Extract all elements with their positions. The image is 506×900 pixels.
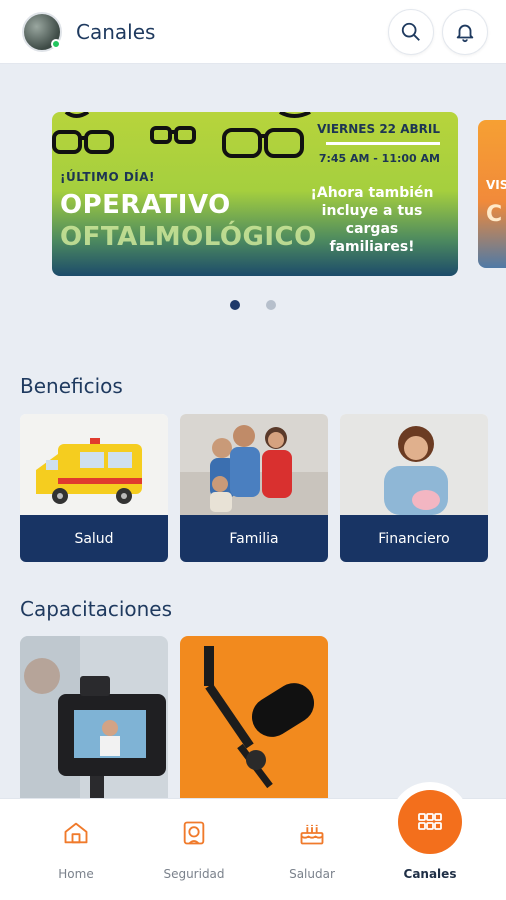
online-status-dot	[51, 38, 61, 49]
search-icon	[401, 22, 420, 41]
ambulance-image	[20, 414, 168, 515]
banner-date: VIERNES 22 ABRIL	[317, 122, 440, 136]
nav-item-home[interactable]: Home	[16, 799, 136, 900]
banner-carousel[interactable]: ¡ÚLTIMO DÍA! OPERATIVO OFTALMOLÓGICO VIE…	[0, 110, 506, 280]
banner-next-text: VIS	[486, 178, 506, 192]
training-card-camera[interactable]	[20, 636, 168, 806]
nav-item-saludar[interactable]: Saludar	[252, 799, 372, 900]
family-photo	[180, 414, 328, 515]
piggy-bank-photo	[340, 414, 488, 515]
banner-promo-text: ¡Ahora también incluye a tus cargas fami…	[310, 185, 434, 255]
grid-icon	[418, 813, 442, 830]
section-title-beneficios: Beneficios	[20, 374, 123, 398]
banner-next-peek[interactable]: VIS C	[478, 120, 506, 268]
canales-fab-button[interactable]	[398, 790, 462, 854]
banner-title-line2: OFTALMOLÓGICO	[60, 222, 317, 252]
benefit-card-financiero[interactable]: Financiero	[340, 414, 488, 562]
carousel-dot-active[interactable]	[230, 300, 240, 310]
benefit-card-salud[interactable]: Salud	[20, 414, 168, 562]
camera-photo	[20, 636, 168, 806]
benefit-card-label: Familia	[180, 515, 328, 562]
section-title-capacitaciones: Capacitaciones	[20, 597, 173, 621]
nav-item-label: Home	[58, 867, 94, 881]
bell-icon	[456, 24, 474, 42]
banner-divider	[326, 142, 440, 145]
nav-item-seguridad[interactable]: Seguridad	[134, 799, 254, 900]
benefit-card-label: Salud	[20, 515, 168, 562]
search-button[interactable]	[388, 8, 434, 55]
banner-hours: 7:45 AM - 11:00 AM	[318, 152, 440, 165]
home-icon	[64, 822, 88, 844]
microphone-photo	[180, 636, 328, 806]
top-app-bar: Canales	[0, 0, 506, 64]
avatar[interactable]	[22, 11, 62, 52]
cake-icon	[300, 824, 324, 845]
banner-tag: ¡ÚLTIMO DÍA!	[60, 170, 156, 184]
page-title: Canales	[76, 19, 156, 44]
carousel-indicator	[0, 300, 506, 310]
nav-item-label: Seguridad	[163, 867, 225, 881]
notifications-button[interactable]	[442, 8, 488, 55]
benefit-card-familia[interactable]: Familia	[180, 414, 328, 562]
nav-item-label: Canales	[403, 867, 457, 881]
shield-icon	[183, 821, 205, 845]
nav-item-label: Saludar	[289, 867, 335, 881]
banner-next-title: C	[486, 202, 503, 227]
training-card-microphone[interactable]	[180, 636, 328, 806]
banner-operativo-oftalmologico[interactable]: ¡ÚLTIMO DÍA! OPERATIVO OFTALMOLÓGICO VIE…	[52, 112, 458, 276]
banner-title-line1: OPERATIVO	[60, 190, 231, 220]
carousel-dot[interactable]	[266, 300, 276, 310]
benefit-card-label: Financiero	[340, 515, 488, 562]
